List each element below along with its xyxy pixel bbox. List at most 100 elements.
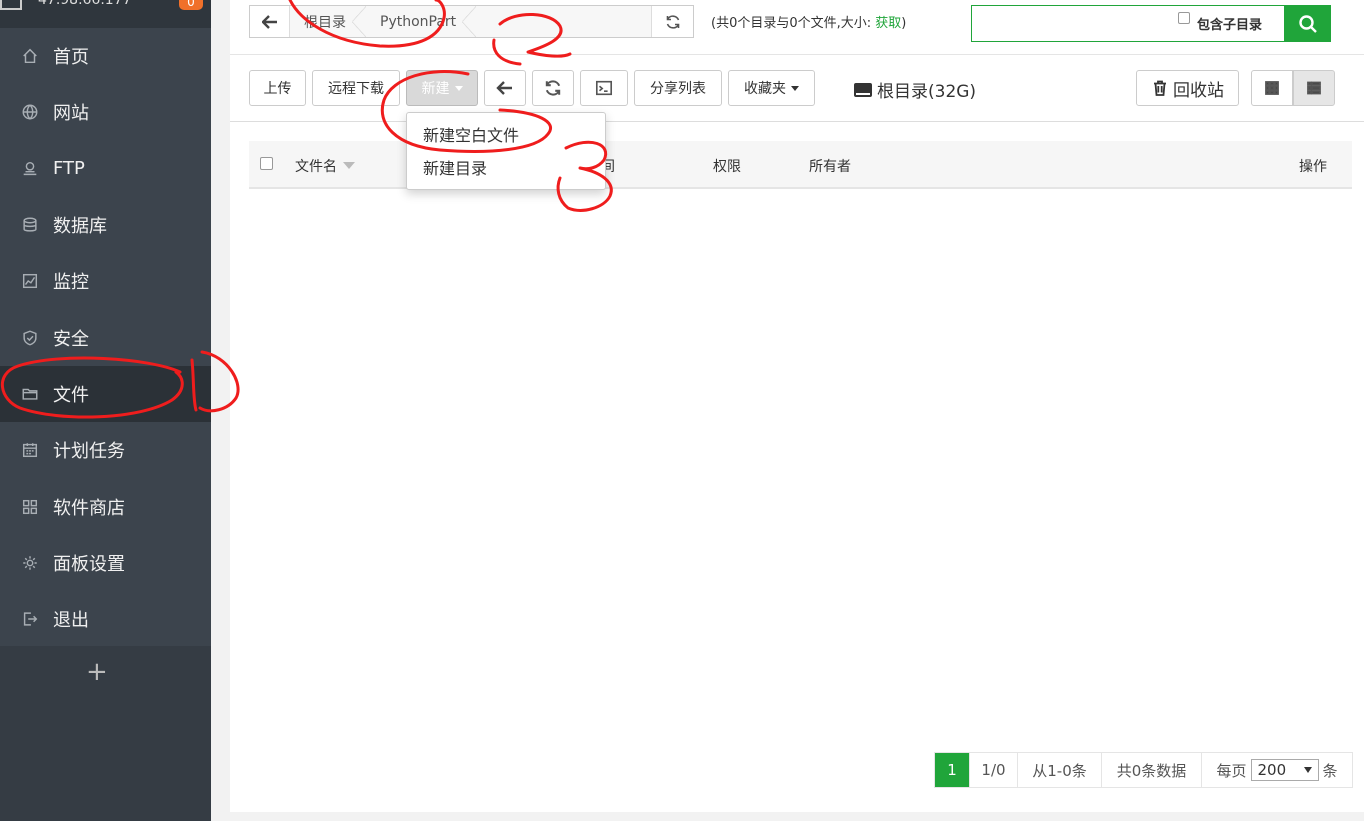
sidebar-add-area: + [0, 646, 211, 821]
sidebar-item-ftp[interactable]: FTP [0, 141, 211, 197]
add-menu-button[interactable]: + [86, 654, 108, 690]
new-blank-file-item[interactable]: 新建空白文件 [407, 117, 605, 150]
sidebar-item-label: FTP [53, 158, 85, 180]
upload-button[interactable]: 上传 [249, 70, 306, 106]
server-ip: 47.98.66.177 [38, 0, 132, 8]
refresh-icon [666, 14, 679, 29]
page-total: 共0条数据 [1102, 753, 1202, 787]
sidebar: 47.98.66.177 0 首页 网站 FTP 数据库 监控 安全 文件 计划… [0, 0, 211, 821]
breadcrumb-pythonpart[interactable]: PythonPart [366, 6, 477, 37]
caret-down-icon [454, 85, 463, 91]
column-permission[interactable]: 权限 [713, 156, 741, 176]
page-current[interactable]: 1 [935, 753, 970, 787]
grid-apps-icon [20, 497, 40, 517]
sort-caret-icon [343, 162, 355, 169]
grid-view-button[interactable] [1251, 70, 1293, 106]
share-list-button[interactable]: 分享列表 [634, 70, 722, 106]
sidebar-item-files[interactable]: 文件 [0, 365, 211, 423]
sidebar-item-label: 首页 [53, 47, 89, 69]
page-size-select[interactable]: 200 [1250, 759, 1319, 781]
back-button[interactable] [250, 6, 290, 37]
sidebar-item-monitor[interactable]: 监控 [0, 253, 211, 309]
folder-icon [20, 384, 40, 404]
new-dropdown-menu: 新建空白文件 新建目录 [406, 112, 606, 190]
sidebar-item-logout[interactable]: 退出 [0, 591, 211, 647]
file-search: 包含子目录 [971, 5, 1331, 42]
search-button[interactable] [1285, 5, 1331, 42]
new-button-label: 新建 [421, 81, 450, 97]
dir-summary: (共0个目录与0个文件,大小: 获取) [711, 16, 907, 31]
home-icon [20, 46, 40, 66]
sidebar-item-website[interactable]: 网站 [0, 84, 211, 140]
server-icon [0, 0, 22, 10]
refresh-button[interactable] [532, 70, 574, 106]
sidebar-item-label: 安全 [53, 328, 89, 350]
go-up-button[interactable] [484, 70, 526, 106]
new-button[interactable]: 新建 [406, 70, 478, 106]
pagination: 1 1/0 从1-0条 共0条数据 每页 200 条 [934, 752, 1353, 788]
sidebar-item-cron[interactable]: 计划任务 [0, 422, 211, 478]
gear-icon [20, 553, 40, 573]
caret-down-icon [1303, 767, 1312, 773]
sidebar-item-home[interactable]: 首页 [0, 28, 211, 84]
sidebar-item-panel-settings[interactable]: 面板设置 [0, 535, 211, 591]
globe-icon [20, 102, 40, 122]
grid-icon [1265, 81, 1279, 95]
server-header: 47.98.66.177 0 [0, 0, 211, 28]
favorites-label: 收藏夹 [744, 81, 786, 97]
new-directory-item[interactable]: 新建目录 [407, 150, 605, 183]
ftp-icon [20, 159, 40, 179]
shield-icon [20, 328, 40, 348]
file-toolbar: 上传 远程下载 新建 分享列表 收藏夹 根目录(32G) 回收站 [230, 55, 1364, 122]
column-owner[interactable]: 所有者 [809, 156, 851, 176]
sidebar-item-database[interactable]: 数据库 [0, 197, 211, 253]
calendar-icon [20, 440, 40, 460]
sidebar-item-security[interactable]: 安全 [0, 309, 211, 365]
caret-down-icon [791, 85, 799, 91]
disk-selector[interactable]: 根目录(32G) [854, 77, 976, 102]
include-subdir-checkbox[interactable] [1178, 12, 1190, 24]
recycle-bin-label: 回收站 [1173, 80, 1224, 101]
trash-icon [1154, 80, 1166, 96]
select-all-checkbox[interactable] [260, 157, 273, 170]
refresh-path-button[interactable] [651, 6, 693, 37]
arrow-left-icon [261, 14, 277, 29]
favorites-button[interactable]: 收藏夹 [728, 70, 815, 106]
sidebar-item-label: 数据库 [53, 216, 107, 238]
terminal-button[interactable] [580, 70, 628, 106]
search-icon [1299, 14, 1317, 33]
sidebar-item-label: 面板设置 [53, 553, 125, 575]
refresh-icon [545, 80, 561, 96]
get-size-link[interactable]: 获取 [875, 16, 901, 31]
logout-icon [20, 609, 40, 629]
arrow-left-icon [496, 81, 512, 95]
sidebar-item-app-store[interactable]: 软件商店 [0, 478, 211, 534]
path-bar: 根目录 PythonPart (共0个目录与0个文件,大小: 获取) 包含子目录 [230, 0, 1364, 55]
page-count: 1/0 [970, 753, 1018, 787]
database-icon [20, 215, 40, 235]
sidebar-menu: 首页 网站 FTP 数据库 监控 安全 文件 计划任务 软件商店 面板设置 退出 [0, 28, 211, 646]
page-size-control: 每页 200 条 [1216, 759, 1338, 781]
list-view-button[interactable] [1293, 70, 1335, 106]
include-subdir-label: 包含子目录 [1197, 18, 1263, 33]
page-range: 从1-0条 [1018, 753, 1102, 787]
breadcrumb-root[interactable]: 根目录 [290, 6, 366, 37]
file-manager-panel: 根目录 PythonPart (共0个目录与0个文件,大小: 获取) 包含子目录… [230, 0, 1364, 812]
breadcrumb: 根目录 PythonPart [249, 5, 694, 38]
list-icon [1307, 81, 1321, 95]
remote-download-button[interactable]: 远程下载 [312, 70, 400, 106]
sidebar-item-label: 文件 [53, 384, 89, 406]
sidebar-item-label: 退出 [53, 610, 89, 632]
hdd-icon [854, 82, 872, 97]
sidebar-item-label: 监控 [53, 272, 89, 294]
sidebar-item-label: 网站 [53, 103, 89, 125]
recycle-bin-button[interactable]: 回收站 [1136, 70, 1239, 106]
terminal-icon [595, 80, 613, 96]
monitor-chart-icon [20, 271, 40, 291]
column-actions: 操作 [1299, 159, 1327, 175]
sidebar-item-label: 软件商店 [53, 497, 125, 519]
column-filename[interactable]: 文件名 [295, 156, 355, 176]
disk-label: 根目录(32G) [877, 82, 977, 102]
sidebar-item-label: 计划任务 [53, 441, 125, 463]
notification-badge[interactable]: 0 [179, 0, 203, 10]
